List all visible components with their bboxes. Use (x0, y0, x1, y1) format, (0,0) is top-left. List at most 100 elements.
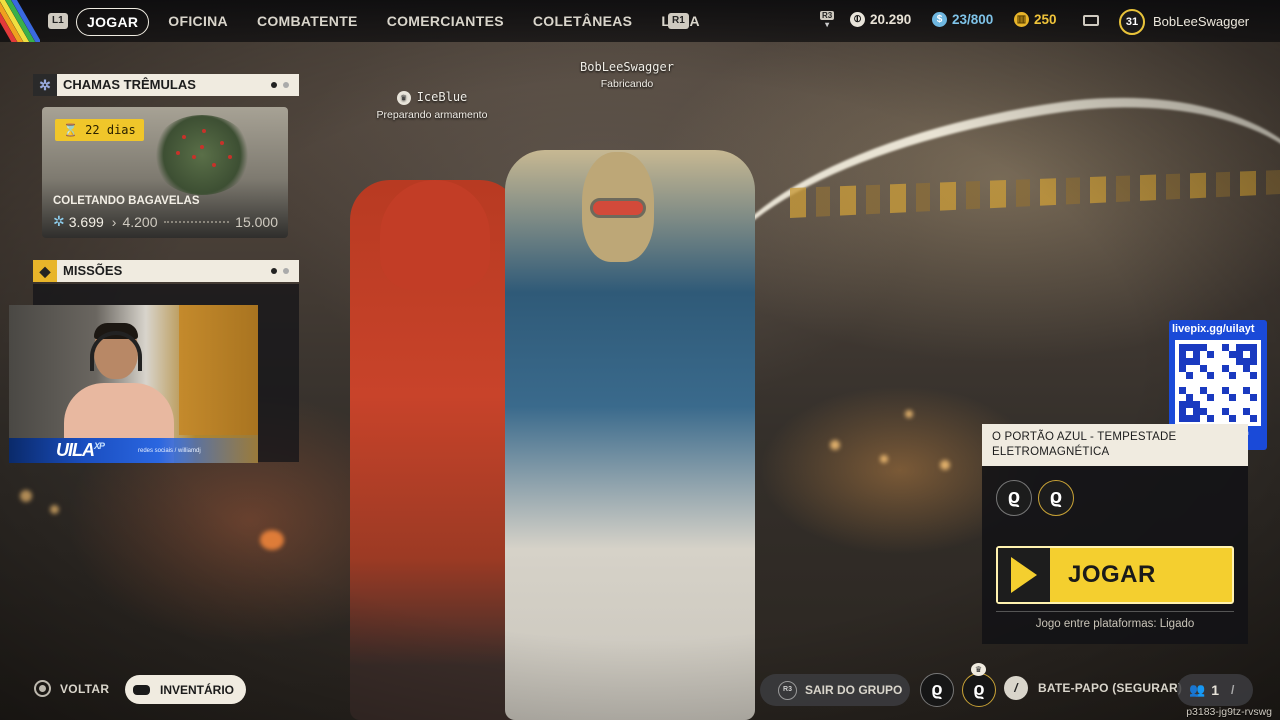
qr-module (1228, 351, 1236, 359)
event-card[interactable]: ⌛ 22 dias COLETANDO BAGAVELAS ✲ 3.699 › … (42, 107, 288, 238)
qr-module (1249, 400, 1257, 408)
touchpad-icon (133, 684, 150, 695)
currency-raider-tokens-value: 250 (1034, 12, 1057, 27)
qr-module (1214, 400, 1222, 408)
chat-label: BATE-PAPO (SEGURAR) (1038, 681, 1183, 695)
player-level-badge[interactable]: 31 (1119, 9, 1145, 35)
qr-module (1207, 344, 1215, 352)
event-title: CHAMAS TRÊMULAS (63, 77, 196, 92)
progress-dotted-line (163, 220, 230, 223)
chat-button[interactable]: / BATE-PAPO (SEGURAR) (1004, 676, 1182, 700)
qr-module (1214, 379, 1222, 387)
qr-module (1179, 407, 1187, 415)
missions-panel-header[interactable]: ◆ MISSÕES (33, 260, 299, 282)
coin-icon: ⦶ (850, 12, 865, 27)
qr-module (1179, 358, 1187, 366)
qr-module (1221, 386, 1229, 394)
qr-module (1207, 358, 1215, 366)
streamer-logo: UILAXP (56, 440, 105, 461)
party-member-icon[interactable]: ϱ (920, 673, 954, 707)
qr-module (1235, 400, 1243, 408)
qr-module (1235, 379, 1243, 387)
qr-module (1249, 372, 1257, 380)
qr-module (1193, 358, 1201, 366)
leave-group-label: SAIR DO GRUPO (805, 683, 903, 697)
player-username[interactable]: BobLeeSwagger (1153, 14, 1249, 29)
player-status-center: Fabricando (600, 78, 654, 90)
qr-module (1207, 351, 1215, 359)
back-button[interactable]: VOLTAR (34, 680, 109, 697)
qr-module (1179, 386, 1187, 394)
qr-module (1193, 400, 1201, 408)
qr-module (1221, 351, 1229, 359)
event-max: 15.000 (235, 213, 278, 230)
qr-module (1186, 386, 1194, 394)
party-size-button[interactable]: 👥 1 / (1177, 674, 1253, 706)
qr-module (1228, 365, 1236, 373)
qr-module (1193, 386, 1201, 394)
qr-module (1228, 400, 1236, 408)
qr-module (1186, 393, 1194, 401)
tab-coletaneas[interactable]: COLETÂNEAS (523, 8, 642, 36)
qr-module (1200, 372, 1208, 380)
currency-coins[interactable]: ⦶ 20.290 (850, 12, 911, 27)
tab-comerciantes[interactable]: COMERCIANTES (377, 8, 514, 36)
currency-raider-tokens[interactable]: ▥ 250 (1014, 12, 1057, 27)
qr-module (1228, 344, 1236, 352)
currency-cred-value: 23/800 (952, 12, 994, 27)
qr-module (1242, 379, 1250, 387)
r1-bumper-hint[interactable]: R1 (668, 13, 689, 29)
modifier-icon-crowned[interactable]: ϱ (1038, 480, 1074, 516)
l1-bumper-hint[interactable]: L1 (48, 13, 68, 29)
qr-module (1214, 344, 1222, 352)
play-button[interactable]: JOGAR (996, 546, 1234, 604)
donation-url: livepix.gg/uilayt (1172, 323, 1255, 335)
qr-module (1221, 358, 1229, 366)
qr-module (1249, 393, 1257, 401)
qr-module (1179, 414, 1187, 422)
pagination-dots (271, 82, 289, 88)
qr-module (1235, 365, 1243, 373)
qr-module (1235, 393, 1243, 401)
qr-module (1186, 379, 1194, 387)
currency-cred[interactable]: $ 23/800 (932, 12, 993, 27)
party-leader-icon[interactable]: ϱ (962, 673, 996, 707)
stick-icon: / (1230, 683, 1235, 697)
qr-module (1228, 414, 1236, 422)
qr-module (1186, 407, 1194, 415)
qr-module (1214, 414, 1222, 422)
qr-module (1228, 358, 1236, 366)
tab-combatente[interactable]: COMBATENTE (247, 8, 368, 36)
raider-token-icon: ▥ (1014, 12, 1029, 27)
player-name-center: BobLeeSwagger (580, 60, 674, 74)
qr-module (1207, 365, 1215, 373)
qr-module (1249, 414, 1257, 422)
tab-jogar[interactable]: JOGAR (76, 8, 150, 36)
inventory-button[interactable]: INVENTÁRIO (125, 675, 247, 704)
qr-module (1221, 400, 1229, 408)
qr-module (1214, 351, 1222, 359)
qr-module (1193, 414, 1201, 422)
bush-illustration (152, 115, 252, 195)
qr-module (1249, 365, 1257, 373)
leave-group-button[interactable]: R3 SAIR DO GRUPO (760, 674, 910, 706)
qr-module (1235, 358, 1243, 366)
qr-module (1221, 344, 1229, 352)
chat-stick-icon: / (1004, 676, 1028, 700)
modifier-icon[interactable]: ϱ (996, 480, 1032, 516)
qr-module (1179, 372, 1187, 380)
qr-module (1186, 351, 1194, 359)
mail-icon[interactable] (1083, 15, 1099, 26)
divider (996, 611, 1234, 612)
map-title[interactable]: O PORTÃO AZUL - TEMPESTADE ELETROMAGNÉTI… (982, 424, 1248, 466)
event-days-remaining: ⌛ 22 dias (55, 119, 144, 141)
qr-module (1249, 386, 1257, 394)
qr-module (1221, 372, 1229, 380)
door (179, 305, 258, 435)
event-next: 4.200 (122, 213, 158, 230)
qr-module (1200, 414, 1208, 422)
cred-icon: $ (932, 12, 947, 27)
event-panel-header[interactable]: ✲ CHAMAS TRÊMULAS (33, 74, 299, 96)
diamond-arrow-icon: ◆ (33, 260, 57, 282)
tab-oficina[interactable]: OFICINA (158, 8, 238, 36)
